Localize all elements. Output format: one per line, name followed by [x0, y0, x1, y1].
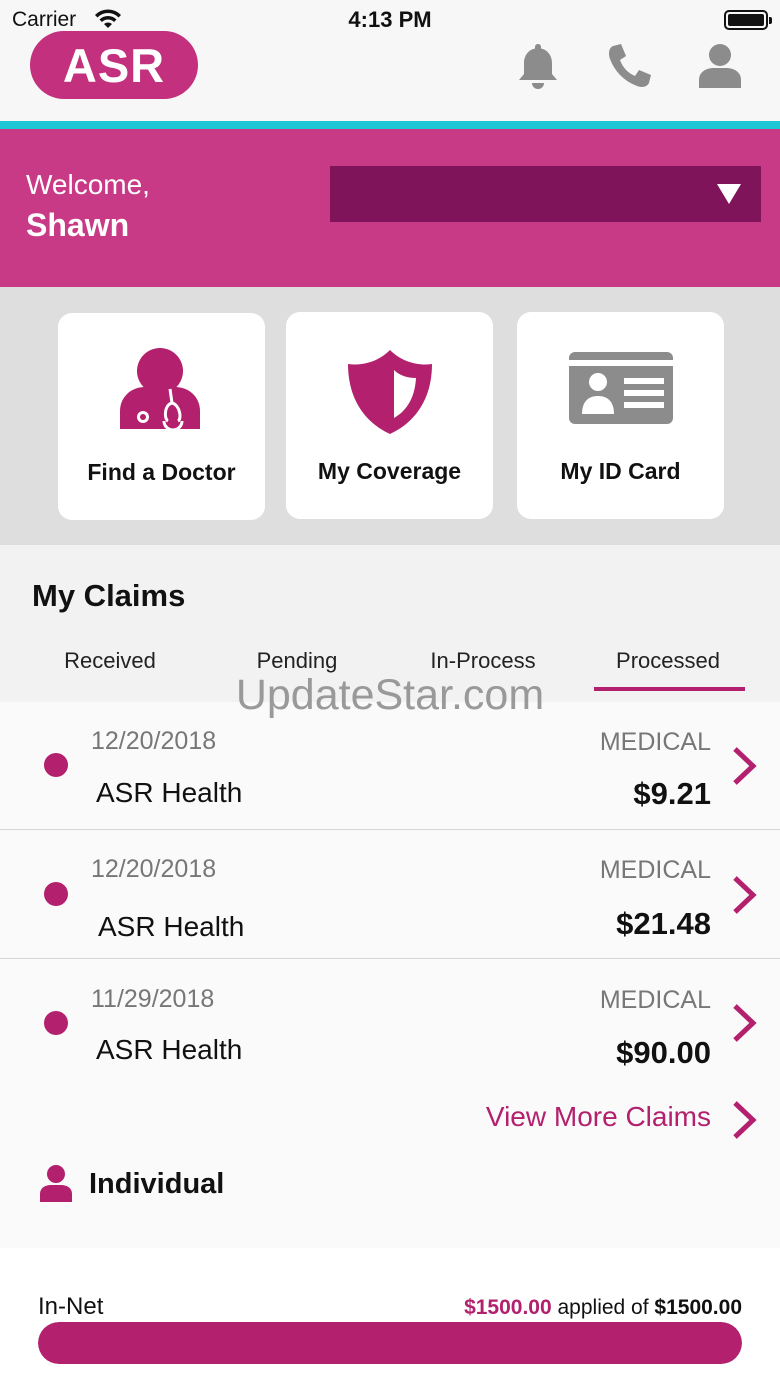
find-a-doctor-label: Find a Doctor	[87, 459, 236, 485]
claim-date: 11/29/2018	[91, 985, 215, 1013]
claim-amount: $90.00	[616, 1035, 711, 1070]
app-header: Carrier 4:13 PM ASR	[0, 0, 780, 122]
claim-type: MEDICAL	[599, 728, 711, 756]
battery-icon	[724, 10, 772, 30]
plan-selector-dropdown[interactable]	[330, 166, 761, 222]
claim-row[interactable]: 12/20/2018 ASR Health MEDICAL $21.48	[0, 830, 780, 959]
id-card-icon	[568, 352, 673, 424]
welcome-banner: Welcome, Shawn	[0, 129, 780, 287]
chevron-right-icon[interactable]	[731, 1100, 757, 1140]
claim-type: MEDICAL	[599, 856, 711, 884]
asr-logo[interactable]: ASR	[30, 31, 198, 99]
claim-provider: ASR Health	[96, 1034, 243, 1065]
quick-actions: Find a Doctor My Coverage My ID Card	[0, 287, 780, 545]
deductible-applied-text: $1500.00 applied of $1500.00	[464, 1296, 742, 1320]
claims-list: 12/20/2018 ASR Health MEDICAL $9.21 12/2…	[0, 702, 780, 1248]
applied-connector: applied of	[551, 1296, 655, 1319]
deductible-progress-bar	[38, 1322, 742, 1364]
status-dot	[44, 882, 68, 906]
claim-type: MEDICAL	[599, 986, 711, 1014]
dropdown-caret-icon	[717, 184, 741, 204]
claims-title: My Claims	[32, 578, 186, 613]
claim-date: 12/20/2018	[91, 855, 217, 883]
phone-icon[interactable]	[604, 40, 652, 92]
deductible-progress-fill	[38, 1322, 742, 1364]
bell-icon[interactable]	[514, 40, 562, 92]
my-coverage-label: My Coverage	[317, 458, 462, 484]
coverage-type-label: Individual	[89, 1168, 225, 1200]
claim-provider: ASR Health	[96, 777, 243, 808]
person-icon	[40, 1165, 72, 1202]
watermark: UpdateStar.com	[235, 671, 545, 719]
network-label: In-Net	[38, 1293, 104, 1320]
claim-provider: ASR Health	[98, 911, 245, 942]
clock: 4:13 PM	[348, 7, 432, 32]
shield-icon	[347, 350, 432, 434]
chevron-right-icon	[733, 747, 757, 785]
user-icon[interactable]	[696, 40, 744, 92]
my-coverage-tile[interactable]: My Coverage	[286, 312, 493, 519]
view-more-claims-link[interactable]: View More Claims	[486, 1101, 711, 1133]
deductible-card: In-Net $1500.00 applied of $1500.00	[0, 1248, 780, 1387]
my-id-card-label: My ID Card	[560, 458, 681, 484]
total-amount: $1500.00	[654, 1296, 742, 1319]
status-dot	[44, 753, 68, 777]
claim-row[interactable]: 12/20/2018 ASR Health MEDICAL $9.21	[0, 702, 780, 830]
doctor-icon	[119, 348, 200, 432]
find-a-doctor-tile[interactable]: Find a Doctor	[58, 313, 265, 520]
header-divider	[0, 121, 780, 129]
claim-date: 12/20/2018	[91, 727, 217, 755]
claim-amount: $9.21	[633, 776, 711, 811]
chevron-right-icon	[733, 1004, 757, 1042]
chevron-right-icon	[733, 876, 757, 914]
welcome-greeting: Welcome,	[26, 169, 150, 200]
my-id-card-tile[interactable]: My ID Card	[517, 312, 724, 519]
status-dot	[44, 1011, 68, 1035]
claim-amount: $21.48	[616, 906, 711, 941]
applied-amount: $1500.00	[464, 1296, 552, 1319]
user-name: Shawn	[26, 207, 130, 243]
claim-row[interactable]: 11/29/2018 ASR Health MEDICAL $90.00	[0, 959, 780, 1087]
